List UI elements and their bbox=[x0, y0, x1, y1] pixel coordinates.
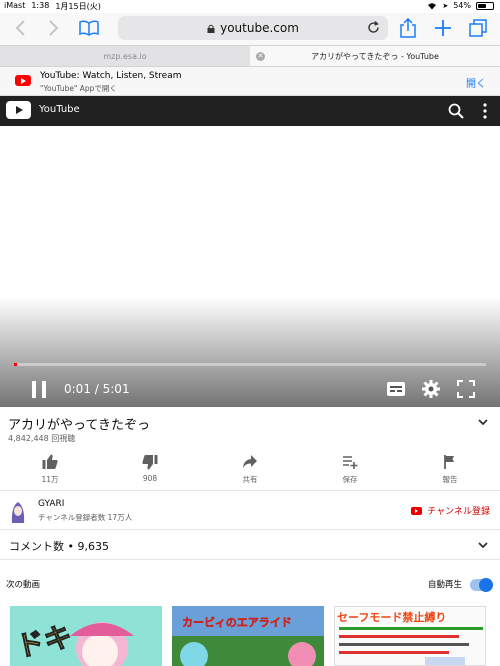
video-player[interactable]: 0:01 / 5:01 bbox=[0, 126, 500, 407]
subscribe-label: チャンネル登録 bbox=[427, 507, 490, 517]
app-banner-subtitle: "YouTube" Appで開く bbox=[40, 84, 117, 93]
current-time: 0:01 bbox=[64, 382, 91, 396]
pause-icon[interactable] bbox=[31, 381, 47, 398]
battery-icon bbox=[476, 1, 494, 10]
dislike-count: 908 bbox=[142, 474, 158, 483]
carrier-label: iMast bbox=[4, 1, 26, 10]
gear-icon[interactable] bbox=[422, 380, 440, 398]
status-bar: iMast 1:38 1月15日(火) ➤ 54% bbox=[0, 0, 500, 13]
thumbnail-art bbox=[172, 636, 324, 666]
subscriber-count: チャンネル登録者数 17万人 bbox=[38, 513, 133, 522]
save-button[interactable]: 保存 bbox=[300, 450, 400, 488]
url-text: youtube.com bbox=[220, 21, 299, 35]
captions-icon[interactable] bbox=[386, 381, 406, 397]
chevron-down-icon[interactable] bbox=[478, 542, 488, 549]
reload-icon[interactable] bbox=[367, 21, 380, 34]
video-thumbnail[interactable]: セーフモード禁止縛り bbox=[334, 606, 486, 666]
up-next-thumbnails: ドキ カービィのエアライド セーフモード禁止縛り bbox=[0, 606, 500, 666]
new-tab-icon[interactable] bbox=[432, 17, 454, 39]
close-tab-icon[interactable]: ✕ bbox=[256, 52, 265, 61]
share-arrow-icon bbox=[243, 455, 257, 468]
video-title[interactable]: アカリがやってきたぞっ bbox=[8, 414, 150, 433]
location-icon: ➤ bbox=[442, 1, 449, 10]
dislike-button[interactable]: 908 bbox=[100, 450, 200, 488]
report-button[interactable]: 報告 bbox=[400, 450, 500, 488]
tab-label: アカリがやってきたぞっ - YouTube bbox=[311, 51, 439, 61]
open-app-button[interactable]: 開く bbox=[466, 75, 486, 90]
share-button[interactable]: 共有 bbox=[200, 450, 300, 488]
safari-toolbar: youtube.com bbox=[0, 13, 500, 45]
tab-strip: mzp.esa.io ✕ アカリがやってきたぞっ - YouTube bbox=[0, 45, 500, 67]
thumbs-up-icon bbox=[42, 454, 58, 469]
progress-bar[interactable] bbox=[14, 363, 486, 366]
youtube-header: YouTube bbox=[0, 96, 500, 126]
app-banner-title: YouTube: Watch, Listen, Stream bbox=[40, 71, 182, 81]
youtube-logo-icon[interactable] bbox=[6, 101, 31, 119]
app-banner: YouTube: Watch, Listen, Stream "YouTube"… bbox=[0, 67, 500, 96]
autoplay-toggle[interactable] bbox=[470, 578, 493, 592]
up-next-header: 次の動画 自動再生 bbox=[0, 574, 500, 594]
channel-avatar[interactable] bbox=[9, 499, 27, 523]
battery-percent: 54% bbox=[453, 1, 471, 10]
time-separator: / bbox=[90, 382, 103, 396]
bookmarks-icon[interactable] bbox=[78, 17, 100, 39]
more-vertical-icon[interactable] bbox=[482, 103, 488, 119]
wifi-icon bbox=[428, 2, 437, 9]
up-next-label: 次の動画 bbox=[6, 580, 41, 590]
youtube-app-icon bbox=[15, 75, 31, 86]
progress-played bbox=[14, 363, 17, 366]
search-icon[interactable] bbox=[448, 103, 464, 119]
chevron-down-icon[interactable] bbox=[478, 419, 488, 426]
date-label: 1月15日(火) bbox=[55, 2, 101, 11]
tab-mzp[interactable]: mzp.esa.io bbox=[0, 46, 250, 66]
video-thumbnail[interactable]: ドキ bbox=[10, 606, 162, 666]
video-thumbnail[interactable]: カービィのエアライド bbox=[172, 606, 324, 666]
forward-icon[interactable] bbox=[43, 17, 65, 39]
like-button[interactable]: 11万 bbox=[0, 450, 100, 488]
tabs-icon[interactable] bbox=[467, 17, 489, 39]
share-label: 共有 bbox=[242, 475, 258, 484]
fullscreen-icon[interactable] bbox=[457, 380, 475, 398]
share-icon[interactable] bbox=[397, 17, 419, 39]
tab-youtube[interactable]: ✕ アカリがやってきたぞっ - YouTube bbox=[250, 46, 500, 66]
comments-row[interactable]: コメント数 • 9,635 bbox=[0, 530, 500, 560]
thumbs-down-icon bbox=[142, 455, 158, 470]
report-label: 報告 bbox=[442, 475, 458, 484]
youtube-header-title: YouTube bbox=[39, 104, 80, 115]
subscribe-button[interactable]: チャンネル登録 bbox=[411, 504, 490, 517]
save-label: 保存 bbox=[342, 475, 358, 484]
autoplay-label: 自動再生 bbox=[427, 580, 462, 590]
playlist-add-icon bbox=[343, 456, 358, 469]
youtube-play-icon bbox=[411, 506, 423, 515]
thumbnail-art bbox=[339, 627, 483, 665]
toggle-knob bbox=[479, 578, 493, 592]
comments-count: コメント数 • 9,635 bbox=[9, 540, 109, 553]
time-display: 0:01 / 5:01 bbox=[64, 382, 130, 396]
like-count: 11万 bbox=[41, 475, 59, 484]
lock-icon bbox=[207, 24, 215, 33]
address-bar[interactable]: youtube.com bbox=[118, 16, 388, 40]
clock: 1:38 bbox=[31, 1, 50, 10]
tab-label: mzp.esa.io bbox=[103, 51, 147, 61]
back-icon[interactable] bbox=[9, 17, 31, 39]
thumbnail-art bbox=[70, 622, 134, 666]
channel-row: GYARI チャンネル登録者数 17万人 チャンネル登録 bbox=[0, 490, 500, 530]
duration: 5:01 bbox=[102, 382, 130, 396]
channel-name[interactable]: GYARI bbox=[38, 499, 64, 509]
action-bar: 11万 908 共有 保存 報告 bbox=[0, 450, 500, 488]
view-count: 4,842,448 回視聴 bbox=[8, 434, 76, 443]
flag-icon bbox=[444, 455, 454, 469]
